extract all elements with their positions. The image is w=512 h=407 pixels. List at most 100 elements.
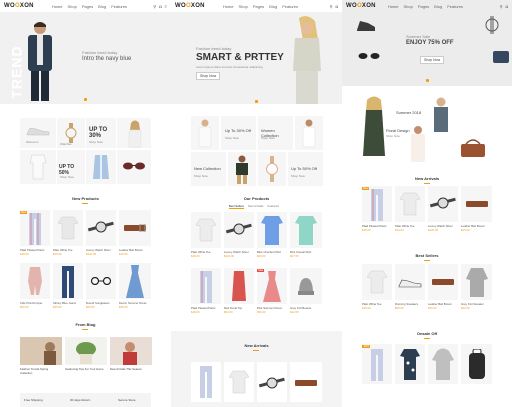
- slider-dot[interactable]: [255, 100, 258, 103]
- promo-tile-sale[interactable]: Up To 30% Off Shop Now: [221, 116, 256, 150]
- tshirt-image: [400, 192, 420, 216]
- nav-shop[interactable]: Shop: [67, 4, 76, 9]
- promo-headline: New Collection: [194, 166, 221, 171]
- product-price: $18.00: [20, 252, 29, 256]
- hero-subtitle: Fashion trend today: [196, 46, 232, 51]
- nav-features[interactable]: Features: [447, 4, 463, 9]
- promo-tile-model[interactable]: [117, 118, 151, 148]
- logo[interactable]: WOOXON: [175, 3, 205, 9]
- shirt-icon: [29, 154, 47, 180]
- shop-now-link[interactable]: Shop Now: [291, 174, 305, 178]
- promo-tile-model-2[interactable]: [295, 116, 323, 150]
- shop-now-link[interactable]: Shop Now: [89, 140, 103, 144]
- nav-home[interactable]: Home: [223, 4, 234, 9]
- blog-post-title[interactable]: Gardening Tips For Your Home: [65, 367, 105, 371]
- promo-tile-jacket[interactable]: [86, 150, 116, 184]
- hero-shop-button[interactable]: Shop Now: [196, 72, 221, 80]
- blog-post-title[interactable]: Fashion Trends Spring Collection: [20, 367, 60, 375]
- nav-shop[interactable]: Shop: [403, 4, 412, 9]
- nav-pages[interactable]: Pages: [82, 4, 93, 9]
- shop-now-link[interactable]: Shop Now: [60, 175, 74, 179]
- blog-image[interactable]: [20, 337, 62, 365]
- product-price: $18.00: [191, 310, 200, 314]
- page-preview-2: WOOXON Home Shop Pages Blog Features ⚲ ◘…: [171, 0, 342, 407]
- promo-tile-sale[interactable]: UP TO 30% Shop Now: [86, 118, 116, 148]
- nav-pages[interactable]: Pages: [418, 4, 429, 9]
- logo[interactable]: WOOXON: [4, 3, 34, 9]
- hero-banner: TREND Fashion trend today Intro the navy…: [0, 12, 171, 104]
- belt-image: [432, 279, 454, 285]
- promo-tile-sunglasses[interactable]: [117, 150, 151, 184]
- promo-tile-shoes[interactable]: Women's: [20, 118, 56, 148]
- shop-now-link[interactable]: Shop Now: [261, 136, 275, 140]
- slider-dot[interactable]: [426, 79, 429, 82]
- blog-image[interactable]: [65, 337, 107, 365]
- product-price: $25.00: [86, 305, 95, 309]
- main-nav: Home Shop Pages Blog Features: [52, 4, 127, 9]
- nav-shop[interactable]: Shop: [238, 4, 247, 9]
- cart-icon[interactable]: ◘: [506, 4, 508, 9]
- bag-image[interactable]: [460, 138, 486, 158]
- promo-tile-new-collection[interactable]: New Collection Shop Now: [191, 152, 226, 186]
- cart-icon[interactable]: ◘: [159, 4, 161, 9]
- product-price: $16.00: [191, 254, 200, 258]
- promo-tile-model[interactable]: [191, 116, 219, 150]
- product-price: $39.00: [257, 310, 266, 314]
- romper-image: [28, 267, 42, 295]
- tab-best-sellers[interactable]: Best Sellers: [229, 204, 244, 209]
- top-image: [232, 271, 246, 301]
- promo-summer-label: Summer 2018: [396, 110, 422, 115]
- shop-now-link[interactable]: Shop Now: [386, 134, 400, 138]
- search-icon[interactable]: ⚲: [153, 4, 156, 9]
- search-icon[interactable]: ⚲: [500, 4, 503, 9]
- tab-featured[interactable]: Featured: [267, 204, 278, 209]
- nav-home[interactable]: Home: [388, 4, 399, 9]
- feature-shipping: Free Shipping: [24, 398, 43, 402]
- nav-blog[interactable]: Blog: [98, 4, 106, 9]
- promo-tile-sale-2[interactable]: Up To 50% Off Shop Now: [288, 152, 323, 186]
- promo-tile-shirt[interactable]: [20, 150, 56, 184]
- section-underline: [424, 183, 430, 184]
- section-title-new-arrivals: New Arrivals: [414, 176, 440, 181]
- promo-tile-watch[interactable]: Watches: [57, 118, 85, 148]
- product-price: $16.00: [362, 306, 371, 310]
- slider-dot[interactable]: [84, 98, 87, 101]
- blog-image[interactable]: [110, 337, 152, 365]
- shop-now-link[interactable]: Shop Now: [194, 174, 208, 178]
- nav-blog[interactable]: Blog: [269, 4, 277, 9]
- blog-post-title[interactable]: New Arrivals This Season: [110, 367, 150, 371]
- nav-home[interactable]: Home: [52, 4, 63, 9]
- promo-tile-kid[interactable]: [228, 152, 256, 186]
- nav-features[interactable]: Features: [111, 4, 127, 9]
- menu-icon[interactable]: ≡: [165, 4, 167, 9]
- watch-image: [226, 223, 252, 235]
- hero-subtitle: Fashion trend today: [82, 50, 118, 55]
- section-title-onsale: Onsale Off: [416, 331, 438, 336]
- hero-shop-button[interactable]: Shop Now: [420, 56, 445, 64]
- sneaker-icon: [26, 127, 50, 136]
- promo-model-image[interactable]: [408, 124, 428, 164]
- model-image: [128, 120, 142, 148]
- cart-icon[interactable]: ◘: [336, 4, 338, 9]
- page-preview-1: WOOXON Home Shop Pages Blog Features ⚲ ◘…: [0, 0, 171, 407]
- tshirt-image: [367, 270, 387, 294]
- dress-image: [126, 265, 144, 298]
- nav-pages[interactable]: Pages: [253, 4, 264, 9]
- nav-blog[interactable]: Blog: [434, 4, 442, 9]
- promo-tile-sale-2[interactable]: UP TO 50% Shop Now: [57, 150, 85, 184]
- tab-new-arrivals[interactable]: New Arrivals: [248, 204, 264, 209]
- logo[interactable]: WOOXON: [346, 3, 376, 9]
- search-icon[interactable]: ⚲: [330, 4, 333, 9]
- sunglasses-image: [90, 277, 112, 285]
- promo-model-image[interactable]: [362, 96, 386, 164]
- promo-model-image[interactable]: [430, 96, 452, 132]
- nav-features[interactable]: Features: [282, 4, 298, 9]
- promo-tile-women[interactable]: Women Collection Shop Now: [258, 116, 293, 150]
- product-price: $16.00: [395, 228, 404, 232]
- promo-tile-watch[interactable]: [258, 152, 286, 186]
- bag-image: [493, 51, 509, 63]
- section-title-best-sellers: Best Sellers: [415, 253, 439, 258]
- header: WOOXON Home Shop Pages Blog Features ⚲ ◘…: [0, 0, 171, 12]
- shop-now-link[interactable]: Shop Now: [225, 136, 239, 140]
- plaid-pants-image: [200, 271, 212, 303]
